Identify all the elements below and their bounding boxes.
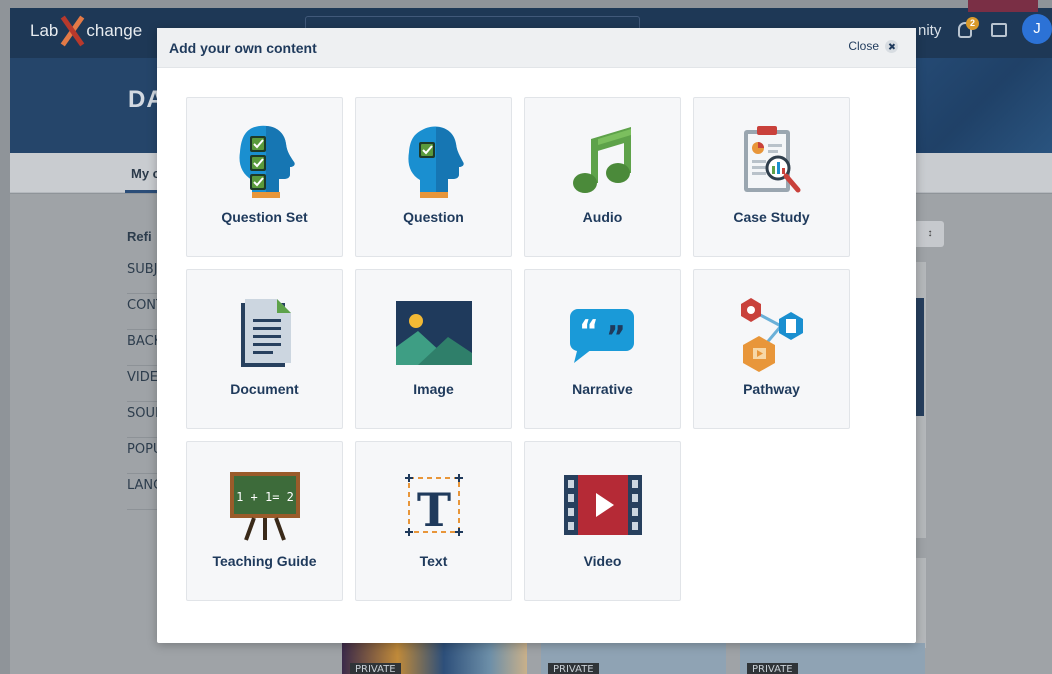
tile-label: Question	[403, 209, 464, 225]
nav-community-link[interactable]: nity	[918, 22, 941, 39]
chalkboard-icon: 1 + 1= 2	[187, 466, 342, 544]
svg-text:T: T	[416, 483, 450, 537]
modal-header: Add your own content Close	[157, 28, 916, 68]
tile-label: Case Study	[733, 209, 810, 225]
tile-label: Narrative	[572, 381, 633, 397]
tile-video[interactable]: Video	[524, 441, 681, 601]
question-set-icon	[187, 122, 342, 200]
image-landscape-icon	[356, 294, 511, 372]
tile-audio[interactable]: Audio	[524, 97, 681, 257]
notification-badge: 2	[966, 17, 979, 30]
tile-image[interactable]: Image	[355, 269, 512, 429]
tile-question[interactable]: Question	[355, 97, 512, 257]
private-tag: PRIVATE	[548, 663, 599, 674]
music-note-icon	[525, 122, 680, 200]
tab-active-underline	[125, 190, 157, 193]
question-icon	[356, 122, 511, 200]
labxchange-logo[interactable]: Lab change	[30, 16, 142, 46]
tile-label: Text	[419, 553, 448, 569]
tile-teaching-guide[interactable]: 1 + 1= 2 Teaching Guide	[186, 441, 343, 601]
tab-my-content[interactable]: My c	[131, 166, 160, 181]
case-study-clipboard-icon	[694, 122, 849, 200]
logo-text-change: change	[86, 21, 143, 40]
sort-select-chevron-icon[interactable]: ↕	[916, 221, 944, 247]
tile-question-set[interactable]: Question Set	[186, 97, 343, 257]
tile-label: Pathway	[743, 381, 800, 397]
tile-label: Document	[230, 381, 299, 397]
tile-document[interactable]: Document	[186, 269, 343, 429]
chalkboard-text: 1 + 1= 2	[236, 490, 294, 504]
pathway-hexagons-icon	[694, 294, 849, 372]
tile-narrative[interactable]: “ ” Narrative	[524, 269, 681, 429]
svg-text:”: ”	[606, 320, 626, 355]
tile-label: Question Set	[221, 209, 308, 225]
avatar[interactable]: J	[1022, 14, 1052, 44]
private-tag: PRIVATE	[350, 663, 401, 674]
corner-flag	[968, 0, 1038, 12]
close-icon[interactable]	[885, 39, 898, 53]
tile-pathway[interactable]: Pathway	[693, 269, 850, 429]
video-film-icon	[525, 466, 680, 544]
private-tag: PRIVATE	[747, 663, 798, 674]
logo-x-icon	[59, 16, 85, 46]
refine-heading: Refi	[127, 229, 152, 244]
tile-label: Teaching Guide	[212, 553, 317, 569]
add-content-modal: Add your own content Close Question Set …	[157, 28, 916, 643]
content-card-accent	[916, 298, 924, 416]
content-type-grid: Question Set Question Audio Case Study D…	[186, 97, 852, 601]
logo-text-lab: Lab	[30, 21, 59, 40]
modal-title: Add your own content	[169, 40, 317, 56]
content-card[interactable]	[916, 558, 926, 648]
close-button[interactable]: Close	[848, 39, 898, 53]
tile-label: Image	[413, 381, 454, 397]
tile-case-study[interactable]: Case Study	[693, 97, 850, 257]
tile-label: Audio	[582, 209, 623, 225]
tile-label: Video	[583, 553, 622, 569]
tile-text[interactable]: T Text	[355, 441, 512, 601]
chat-icon[interactable]	[991, 23, 1007, 37]
svg-text:“: “	[579, 314, 599, 349]
document-icon	[187, 294, 342, 372]
quote-bubble-icon: “ ”	[525, 294, 680, 372]
close-label: Close	[848, 39, 879, 53]
text-t-icon: T	[356, 466, 511, 544]
